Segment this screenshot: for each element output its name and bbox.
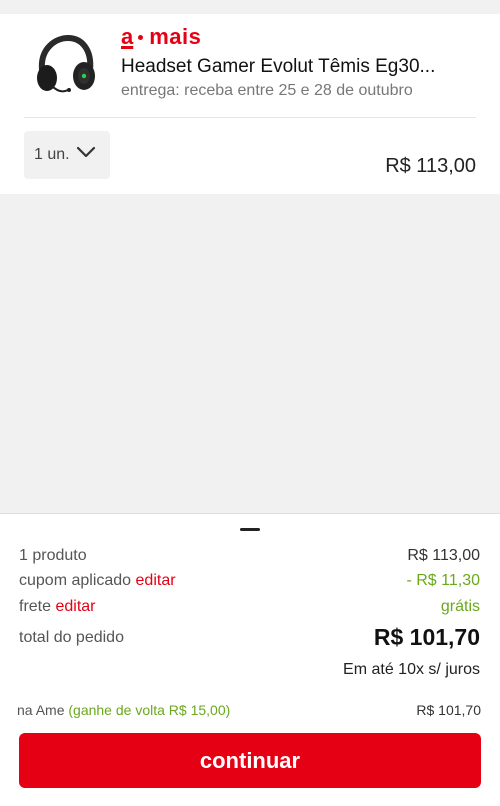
order-summary-sheet: 1 produto R$ 113,00 cupom aplicado edita… [0, 513, 500, 806]
continue-button[interactable]: continuar [19, 733, 481, 788]
shipping-row: frete editar [19, 598, 96, 616]
edit-shipping-link[interactable]: editar [55, 598, 95, 615]
products-subtotal: R$ 113,00 [407, 547, 480, 564]
shipping-label: frete [19, 598, 52, 615]
ame-cashback: (ganhe de volta R$ 15,00) [68, 702, 231, 718]
chevron-down-icon [76, 146, 96, 158]
product-image[interactable] [30, 34, 98, 98]
coupon-label: cupom aplicado [19, 572, 132, 589]
drag-handle[interactable] [240, 528, 260, 531]
brand-logo-dot [138, 34, 144, 40]
edit-coupon-link[interactable]: editar [136, 572, 176, 589]
ame-payment-info: na Ame (ganhe de volta R$ 15,00) [17, 702, 230, 718]
top-strip [0, 0, 500, 14]
installments-info: Em até 10x s/ juros [343, 661, 480, 678]
order-total: R$ 101,70 [373, 624, 480, 650]
brand-logo-name: mais [149, 24, 202, 49]
divider [24, 117, 476, 118]
ame-total: R$ 101,70 [416, 702, 481, 718]
ame-label: na Ame [17, 702, 65, 718]
product-title[interactable]: Headset Gamer Evolut Têmis Eg30... [121, 56, 451, 78]
shipping-value: grátis [440, 598, 480, 615]
coupon-row: cupom aplicado editar [19, 572, 176, 590]
quantity-value: 1 un. [34, 146, 70, 163]
item-price: R$ 113,00 [385, 155, 476, 177]
brand-logo-prefix: a [121, 24, 134, 49]
coupon-discount: - R$ 11,30 [406, 572, 480, 589]
products-count-label: 1 produto [19, 547, 87, 564]
brand-logo: a mais [121, 24, 201, 50]
total-label: total do pedido [19, 629, 124, 646]
quantity-select[interactable]: 1 un. [24, 131, 110, 179]
headset-icon [37, 34, 95, 93]
cart-item-card: a mais Headset Gamer Evolut Têmis Eg30..… [0, 14, 500, 194]
delivery-estimate: entrega: receba entre 25 e 28 de outubro [121, 82, 413, 99]
